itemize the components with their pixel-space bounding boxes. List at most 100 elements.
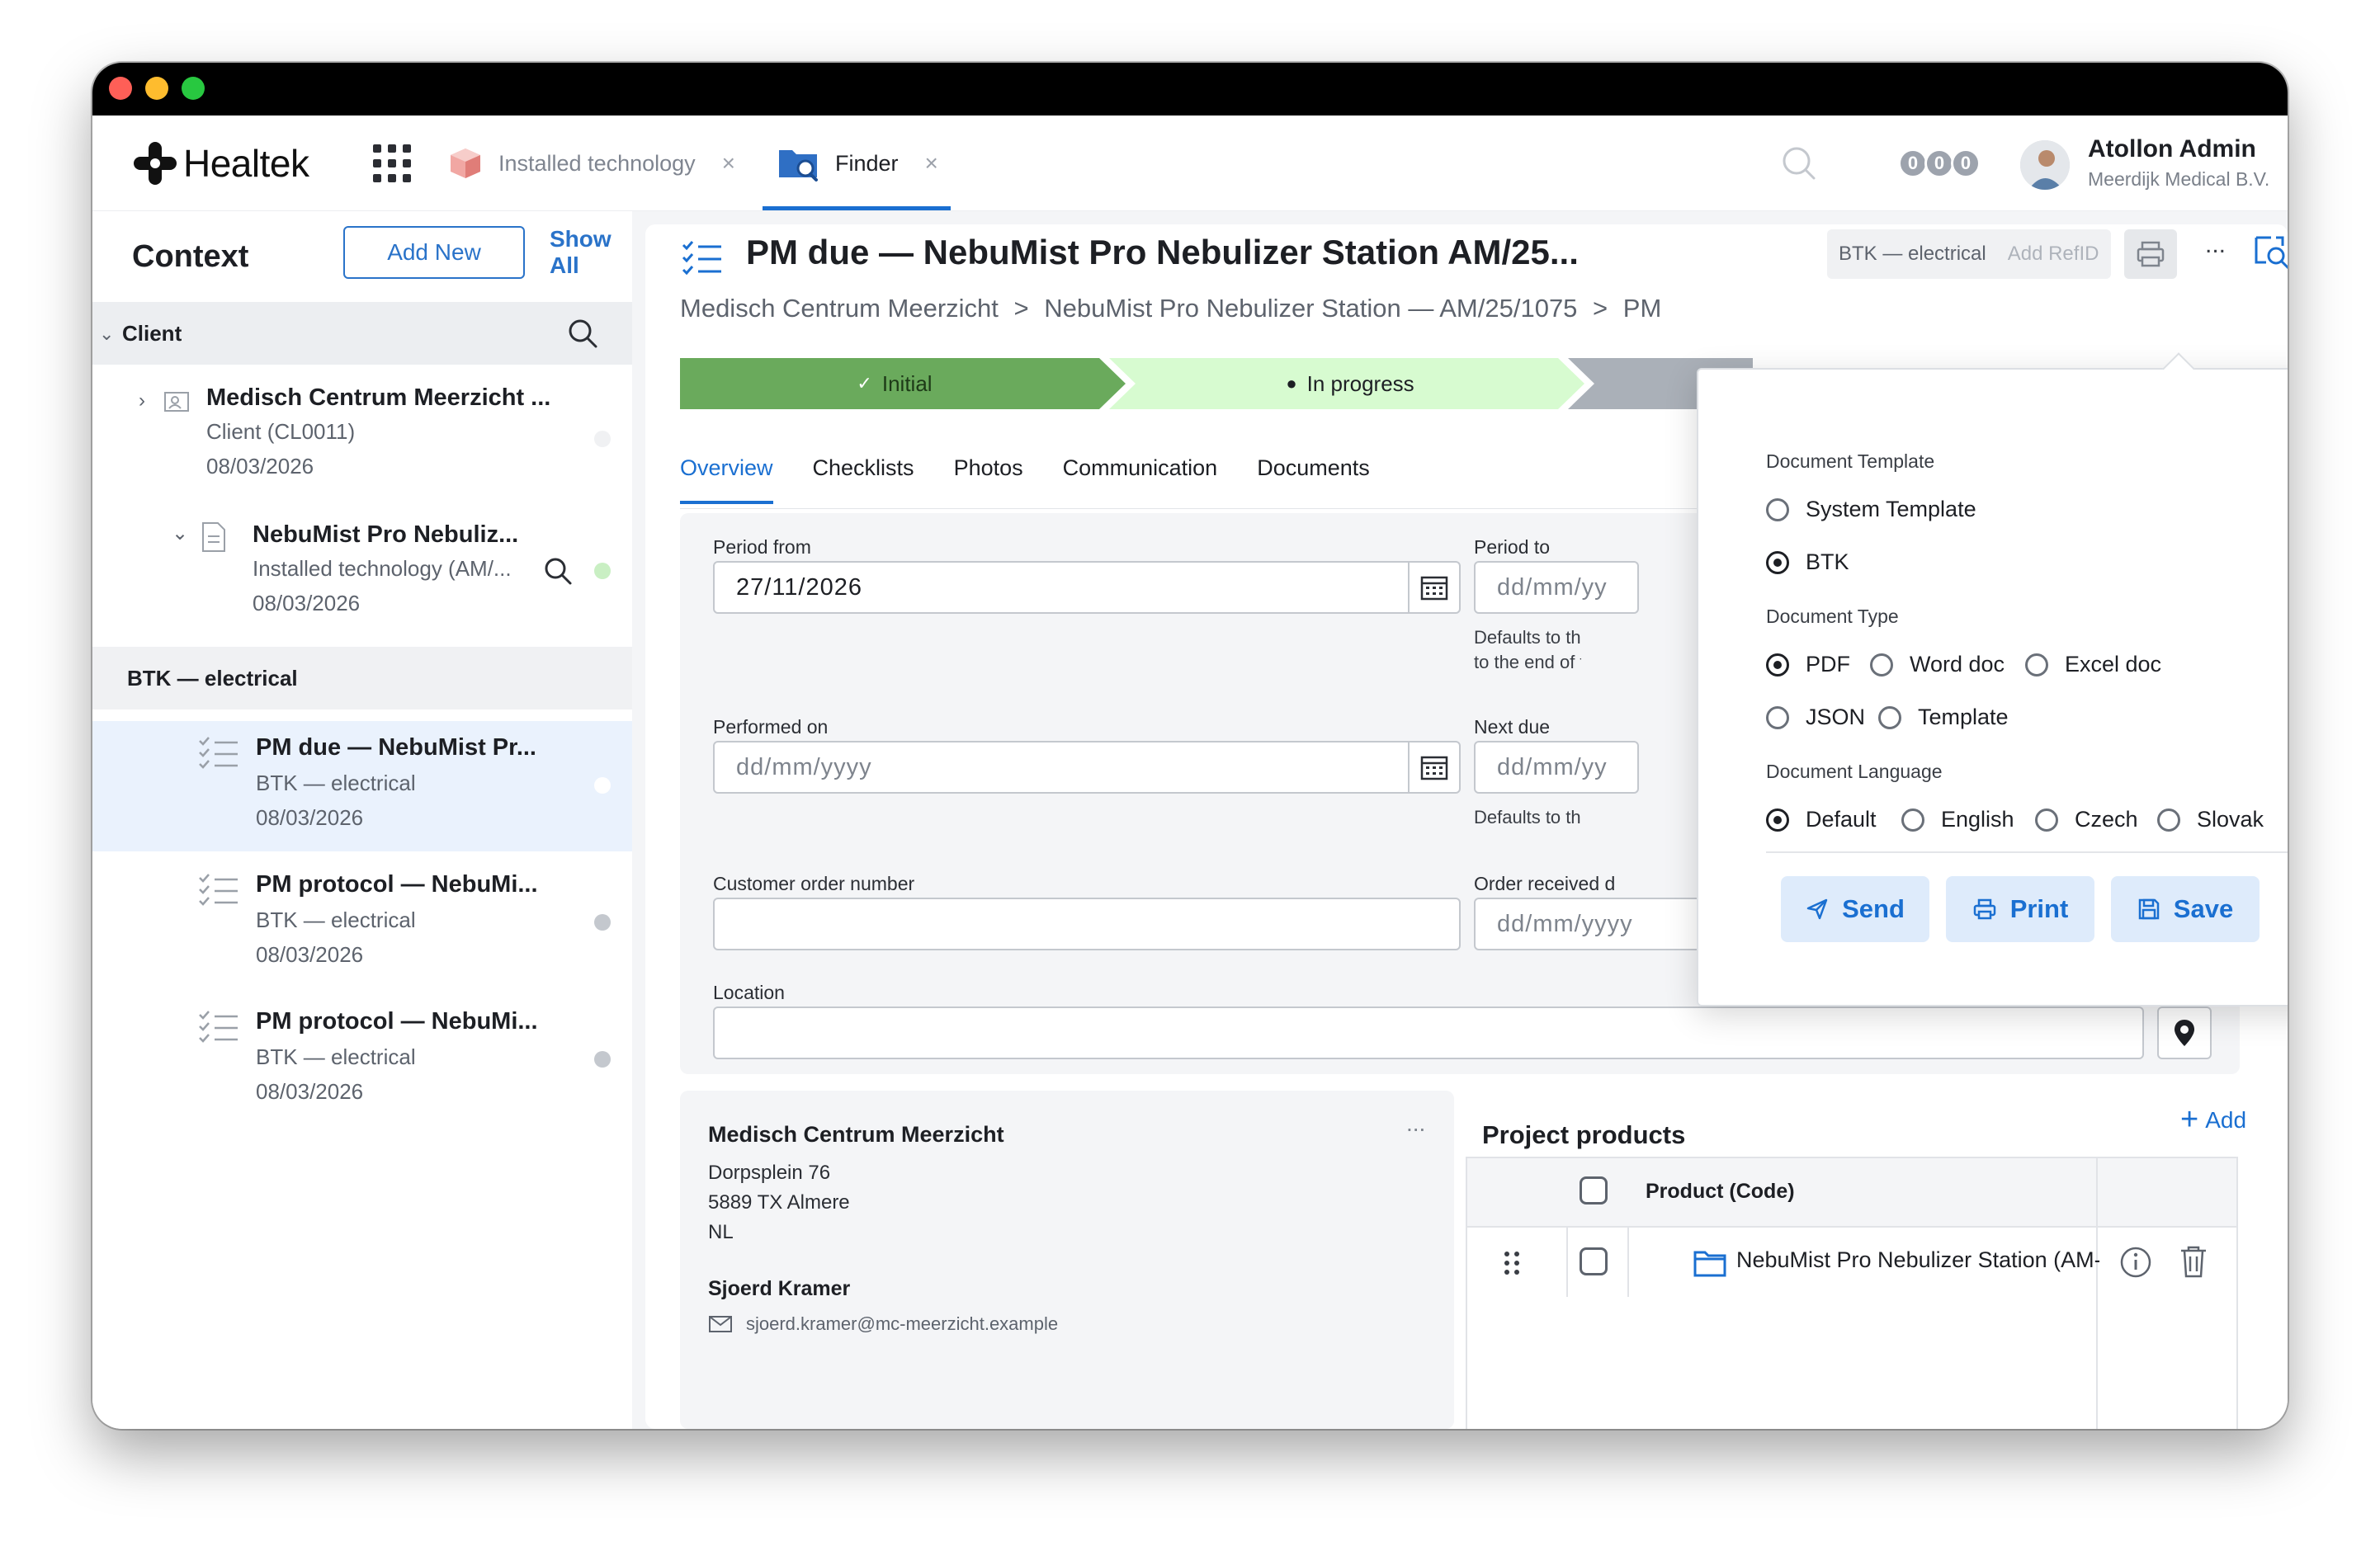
tab-overview[interactable]: Overview — [680, 455, 773, 504]
title-bar — [92, 63, 2288, 116]
minimize-window-button[interactable] — [145, 77, 168, 100]
client-group-header[interactable]: ⌄ Client — [92, 302, 632, 365]
category-tag[interactable]: BTK — electrical Add RefID — [1827, 229, 2111, 279]
address-line: NL — [708, 1221, 734, 1243]
period-to-input[interactable]: dd/mm/yy — [1474, 561, 1639, 614]
drag-handle-icon[interactable] — [1504, 1251, 1520, 1275]
product-name[interactable]: NebuMist Pro Nebulizer Station (AM-N — [1736, 1247, 2099, 1273]
item-title: NebuMist Pro Nebuliz... — [253, 521, 519, 548]
performed-on-input[interactable]: dd/mm/yyyy — [713, 741, 1461, 794]
select-all-checkbox[interactable] — [1580, 1176, 1608, 1204]
item-subtitle: BTK — electrical — [256, 908, 416, 932]
btk-group-header[interactable]: BTK — electrical — [92, 647, 632, 710]
checklist-icon — [682, 241, 721, 276]
customer-order-input[interactable] — [713, 898, 1461, 950]
more-options-button[interactable]: ... — [2205, 231, 2226, 259]
tab-finder[interactable]: Finder × — [777, 137, 938, 190]
trash-icon[interactable] — [2179, 1244, 2208, 1279]
close-window-button[interactable] — [109, 77, 132, 100]
show-all-button[interactable]: Show All — [550, 226, 632, 279]
global-search-icon[interactable] — [1781, 145, 1817, 182]
row-checkbox[interactable] — [1580, 1247, 1608, 1275]
tab-close-icon[interactable]: × — [722, 150, 735, 177]
map-pin-button[interactable] — [2157, 1006, 2212, 1059]
tab-documents[interactable]: Documents — [1257, 455, 1370, 504]
brand-logo[interactable]: Healtek — [132, 140, 309, 186]
item-subtitle: BTK — electrical — [256, 771, 416, 795]
item-date: 08/03/2026 — [206, 454, 314, 478]
item-date: 08/03/2026 — [253, 591, 361, 615]
contact-email[interactable]: sjoerd.kramer@mc-meerzicht.example — [708, 1313, 1058, 1335]
print-button[interactable]: Print — [1946, 876, 2094, 942]
next-due-input[interactable]: dd/mm/yy — [1474, 741, 1639, 794]
avatar[interactable] — [2020, 140, 2070, 190]
add-refid-field[interactable]: Add RefID — [2008, 243, 2099, 266]
save-button[interactable]: Save — [2111, 876, 2260, 942]
plus-icon: + — [2180, 1102, 2199, 1137]
add-new-button[interactable]: Add New — [343, 226, 525, 279]
sidebar-item-pm-due[interactable]: PM due — NebuMist Pr... BTK — electrical… — [92, 721, 632, 851]
popover-divider — [1766, 851, 2288, 853]
sidebar-item-client[interactable]: › Medisch Centrum Meerzicht ... Client (… — [92, 368, 632, 500]
radio-button — [1766, 497, 1789, 521]
radio-button — [2035, 808, 2058, 832]
tab-checklists[interactable]: Checklists — [813, 455, 914, 504]
tab-close-icon[interactable]: × — [925, 150, 938, 177]
step-initial[interactable]: ✓ Initial — [680, 358, 1109, 409]
sidebar-item-pm-protocol[interactable]: PM protocol — NebuMi... BTK — electrical… — [92, 995, 632, 1127]
add-product-button[interactable]: + Add — [2180, 1102, 2246, 1138]
print-button[interactable] — [2124, 229, 2177, 279]
radio-excel-doc[interactable]: Excel doc — [2025, 652, 2161, 677]
search-icon[interactable] — [566, 317, 599, 350]
location-input[interactable] — [713, 1006, 2144, 1059]
table-row[interactable]: NebuMist Pro Nebulizer Station (AM-N — [1467, 1228, 2236, 1297]
status-dot — [594, 914, 611, 931]
radio-label: Excel doc — [2065, 652, 2162, 676]
hint-line: to the end of that — [1474, 652, 1581, 672]
radio-slovak[interactable]: Slovak — [2157, 807, 2264, 832]
radio-json[interactable]: JSON — [1766, 705, 1865, 730]
breadcrumb-link[interactable]: PM — [1623, 294, 1662, 323]
group-label: Client — [122, 320, 182, 346]
radio-czech[interactable]: Czech — [2035, 807, 2138, 832]
user-name[interactable]: Atollon Admin — [2088, 135, 2256, 163]
maximize-window-button[interactable] — [182, 77, 205, 100]
floppy-disk-icon — [2138, 898, 2160, 920]
tab-photos[interactable]: Photos — [954, 455, 1023, 504]
sidebar-item-pm-protocol[interactable]: PM protocol — NebuMi... BTK — electrical… — [92, 858, 632, 990]
breadcrumb-link[interactable]: NebuMist Pro Nebulizer Station — AM/25/1… — [1044, 294, 1577, 323]
step-in-progress[interactable]: ● In progress — [1136, 358, 1565, 409]
notification-badge: 0 — [1898, 148, 1928, 178]
tab-installed-technology[interactable]: Installed technology × — [447, 137, 735, 190]
address-line: 5889 TX Almere — [708, 1191, 850, 1214]
document-icon — [202, 522, 225, 552]
search-icon[interactable] — [543, 556, 573, 586]
breadcrumb-link[interactable]: Medisch Centrum Meerzicht — [680, 294, 999, 323]
radio-label: BTK — [1806, 549, 1849, 574]
item-title: PM protocol — NebuMi... — [256, 871, 538, 898]
period-from-input[interactable]: 27/11/2026 — [713, 561, 1461, 614]
tab-communication[interactable]: Communication — [1063, 455, 1218, 504]
notification-badges[interactable]: 0 0 0 — [1898, 148, 1981, 178]
sidebar-item-asset[interactable]: ⌄ NebuMist Pro Nebuliz... Installed tech… — [92, 505, 632, 637]
document-search-icon[interactable] — [2251, 231, 2288, 272]
app-grid-icon[interactable] — [373, 144, 411, 182]
document-type-label: Document Type — [1766, 606, 1899, 627]
calendar-icon[interactable] — [1408, 563, 1459, 612]
radio-pdf[interactable]: PDF — [1766, 652, 1850, 677]
address-more-button[interactable]: ... — [1406, 1110, 1425, 1137]
radio-system-template[interactable]: System Template — [1766, 497, 1976, 522]
radio-default[interactable]: Default — [1766, 807, 1877, 832]
radio-btk[interactable]: BTK — [1766, 549, 1849, 575]
next-due-hint: Defaults to the pe — [1474, 807, 1581, 827]
item-title: Medisch Centrum Meerzicht ... — [206, 384, 551, 411]
send-button[interactable]: Send — [1781, 876, 1929, 942]
current-step-dot-icon: ● — [1286, 373, 1297, 394]
radio-word-doc[interactable]: Word doc — [1870, 652, 2005, 677]
chevron-down-icon: ⌄ — [99, 323, 115, 344]
user-avatar-icon — [2020, 140, 2070, 190]
radio-template[interactable]: Template — [1878, 705, 2009, 730]
info-icon[interactable] — [2119, 1246, 2152, 1279]
radio-english[interactable]: English — [1901, 807, 2014, 832]
calendar-icon[interactable] — [1408, 742, 1459, 792]
